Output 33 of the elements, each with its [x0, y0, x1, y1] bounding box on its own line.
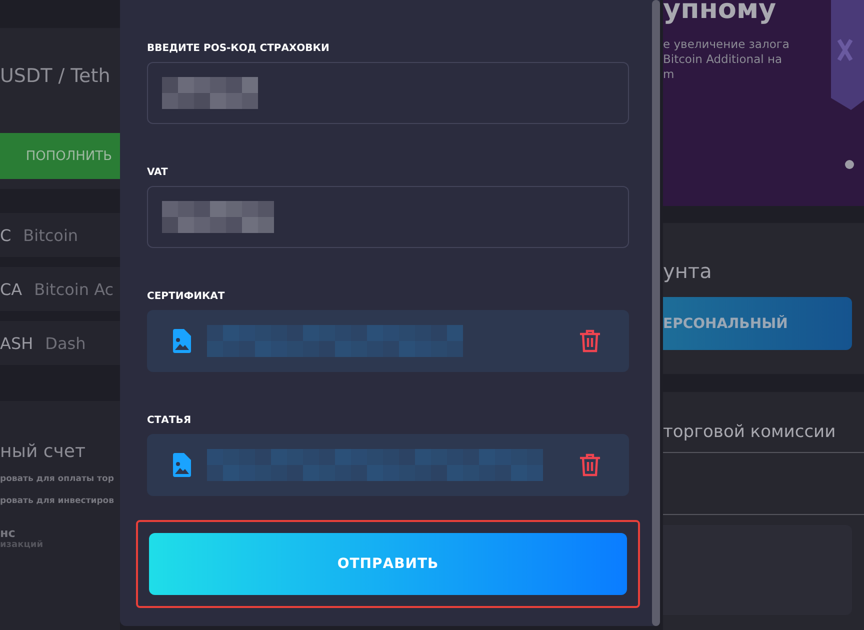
field-label: VAT — [147, 167, 169, 178]
coin-name: Bitcoin — [23, 226, 78, 244]
input-field[interactable] — [147, 186, 629, 248]
account-option: ровать для оплаты тор — [0, 474, 120, 484]
banner-text: m — [663, 67, 676, 82]
field-label: ВВЕДИТЕ POS-КОД СТРАХОВКИ — [147, 43, 330, 54]
field-label: СЕРТИФИКАТ — [147, 291, 226, 302]
banner-text: е увеличение залога — [663, 37, 790, 52]
balance-title: нс — [0, 526, 16, 540]
coin-row[interactable]: ASH Dash — [0, 321, 120, 365]
trash-icon[interactable] — [579, 329, 601, 353]
account-option: ровать для инвестиров — [0, 496, 120, 506]
account-title: ный счет — [0, 441, 86, 462]
banner-text: Bitcoin Additional на — [663, 52, 784, 67]
scrollbar[interactable] — [652, 0, 660, 626]
field-label: СТАТЬЯ — [147, 415, 192, 426]
coin-row[interactable]: C Bitcoin — [0, 213, 120, 257]
coin-name: Bitcoin Ac — [34, 280, 114, 298]
coin-row[interactable]: CA Bitcoin Ac — [0, 267, 120, 311]
image-file-icon — [173, 329, 191, 353]
coin-ticker: C — [0, 226, 12, 244]
banner-title: упному — [663, 0, 778, 25]
account-title: унта — [663, 259, 713, 283]
carousel-dot[interactable] — [845, 160, 854, 169]
pair-title: USDT / Teth — [0, 64, 110, 86]
coin-ticker: ASH — [0, 334, 34, 352]
trash-icon[interactable] — [579, 453, 601, 477]
image-file-icon — [173, 453, 191, 477]
input-field[interactable] — [147, 62, 629, 124]
coin-ticker: CA — [0, 280, 22, 298]
promo-banner[interactable]: упному е увеличение залога Bitcoin Additional на m — [663, 0, 864, 206]
commission-title: торговой комиссии — [663, 422, 837, 442]
coin-name: Dash — [45, 334, 86, 352]
